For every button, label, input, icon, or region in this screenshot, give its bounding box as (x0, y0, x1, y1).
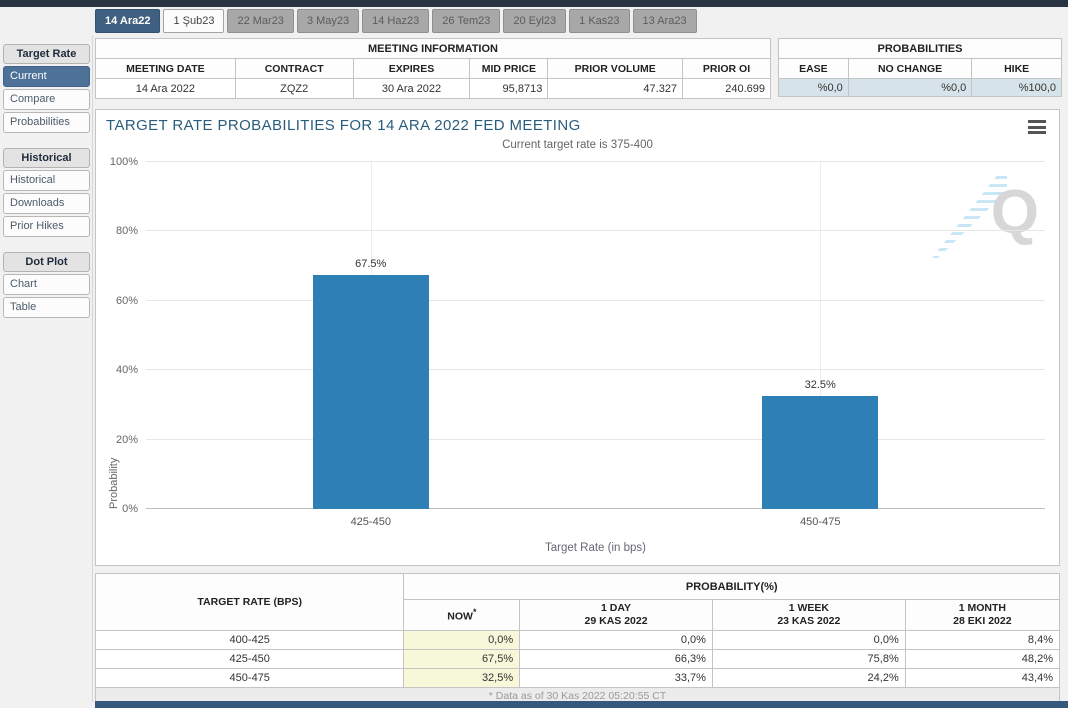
col-1-day: 1 DAY29 KAS 2022 (520, 600, 713, 631)
col-1-month: 1 MONTH28 EKI 2022 (905, 600, 1059, 631)
mid-price-value: 95,8713 (470, 79, 548, 99)
sidebar-item-compare[interactable]: Compare (3, 89, 90, 110)
x-axis-title: Target Rate (in bps) (146, 542, 1045, 554)
month-cell: 8,4% (905, 631, 1059, 650)
tab-14-ara22[interactable]: 14 Ara22 (95, 9, 160, 33)
ease-value: %0,0 (779, 79, 849, 97)
sidebar-header-historical: Historical (3, 148, 90, 168)
x-tick-450-475: 450-475 (596, 516, 1046, 528)
tab-13-ara23[interactable]: 13 Ara23 (633, 9, 697, 33)
week-cell: 0,0% (712, 631, 905, 650)
now-cell: 32,5% (404, 669, 520, 688)
col-prior-oi: PRIOR OI (683, 59, 771, 79)
col-1-week: 1 WEEK23 KAS 2022 (712, 600, 905, 631)
chart-subtitle: Current target rate is 375-400 (96, 139, 1059, 151)
x-tick-425-450: 425-450 (146, 516, 596, 528)
no-change-value: %0,0 (848, 79, 972, 97)
tab-14-haz23[interactable]: 14 Haz23 (362, 9, 429, 33)
contract-value: ZQZ2 (235, 79, 353, 99)
tab-3-may23[interactable]: 3 May23 (297, 9, 359, 33)
sidebar-item-prior-hikes[interactable]: Prior Hikes (3, 216, 90, 237)
col-hike: HIKE (972, 59, 1062, 79)
y-tick-100%: 100% (110, 156, 138, 168)
sidebar-item-historical[interactable]: Historical (3, 170, 90, 191)
prior-oi-value: 240.699 (683, 79, 771, 99)
col-mid-price: MID PRICE (470, 59, 548, 79)
month-cell: 48,2% (905, 650, 1059, 669)
day-cell: 66,3% (520, 650, 713, 669)
week-cell: 24,2% (712, 669, 905, 688)
tab-26-tem23[interactable]: 26 Tem23 (432, 9, 500, 33)
day-cell: 0,0% (520, 631, 713, 650)
tab-1-şub23[interactable]: 1 Şub23 (163, 9, 224, 33)
col-ease: EASE (779, 59, 849, 79)
bar-value-label: 32.5% (596, 379, 1046, 391)
expires-value: 30 Ara 2022 (353, 79, 470, 99)
week-cell: 75,8% (712, 650, 905, 669)
tab-22-mar23[interactable]: 22 Mar23 (227, 9, 293, 33)
rate-cell: 400-425 (96, 631, 404, 650)
probabilities-title: PROBABILITIES (779, 39, 1062, 59)
tab-1-kas23[interactable]: 1 Kas23 (569, 9, 629, 33)
sidebar-header-dot-plot: Dot Plot (3, 252, 90, 272)
probability-pct-header: PROBABILITY(%) (404, 574, 1060, 600)
tab-20-eyl23[interactable]: 20 Eyl23 (503, 9, 566, 33)
col-no-change: NO CHANGE (848, 59, 972, 79)
meeting-date-tabs: 14 Ara221 Şub2322 Mar233 May2314 Haz2326… (95, 9, 697, 33)
plot-area: Q 0%20%40%60%80%100%67.5%425-45032.5%450… (146, 162, 1045, 509)
bar-450-475[interactable] (762, 396, 878, 509)
rate-cell: 425-450 (96, 650, 404, 669)
meeting-info-title: MEETING INFORMATION (96, 39, 771, 59)
sidebar-item-probabilities[interactable]: Probabilities (3, 112, 90, 133)
top-navy-bar (0, 0, 1068, 7)
bar-value-label: 67.5% (146, 258, 596, 270)
table-row-450-475: 450-47532,5%33,7%24,2%43,4% (96, 669, 1060, 688)
sidebar-divider (92, 36, 93, 702)
prior-volume-value: 47.327 (548, 79, 683, 99)
probability-history-table: TARGET RATE (BPS) PROBABILITY(%) NOW* 1 … (95, 573, 1060, 705)
sidebar-item-table[interactable]: Table (3, 297, 90, 318)
y-axis-title: Probability (108, 162, 120, 509)
sidebar: Target RateCurrentCompareProbabilities Hi… (3, 44, 90, 320)
table-row-425-450: 425-45067,5%66,3%75,8%48,2% (96, 650, 1060, 669)
meeting-information-table: MEETING INFORMATION MEETING DATE CONTRAC… (95, 38, 771, 99)
category-slot-425-450: 67.5%425-450 (146, 162, 596, 509)
y-tick-20%: 20% (116, 434, 138, 446)
sidebar-item-chart[interactable]: Chart (3, 274, 90, 295)
table-row-400-425: 400-4250,0%0,0%0,0%8,4% (96, 631, 1060, 650)
sidebar-item-downloads[interactable]: Downloads (3, 193, 90, 214)
meeting-date-value: 14 Ara 2022 (96, 79, 236, 99)
now-cell: 67,5% (404, 650, 520, 669)
col-expires: EXPIRES (353, 59, 470, 79)
sidebar-header-target-rate: Target Rate (3, 44, 90, 64)
col-contract: CONTRACT (235, 59, 353, 79)
y-tick-60%: 60% (116, 295, 138, 307)
now-cell: 0,0% (404, 631, 520, 650)
probabilities-summary-table: PROBABILITIES EASE NO CHANGE HIKE %0,0 %… (778, 38, 1062, 97)
bottom-navy-bar (95, 701, 1068, 708)
target-rate-probability-chart: TARGET RATE PROBABILITIES FOR 14 ARA 202… (95, 109, 1060, 566)
y-tick-80%: 80% (116, 225, 138, 237)
rate-cell: 450-475 (96, 669, 404, 688)
month-cell: 43,4% (905, 669, 1059, 688)
chart-menu-icon[interactable] (1028, 120, 1046, 134)
hike-value: %100,0 (972, 79, 1062, 97)
y-tick-0%: 0% (122, 503, 138, 515)
bar-425-450[interactable] (313, 275, 429, 509)
y-tick-40%: 40% (116, 364, 138, 376)
sidebar-item-current[interactable]: Current (3, 66, 90, 87)
chart-title: TARGET RATE PROBABILITIES FOR 14 ARA 202… (106, 117, 581, 134)
category-slot-450-475: 32.5%450-475 (596, 162, 1046, 509)
col-prior-volume: PRIOR VOLUME (548, 59, 683, 79)
day-cell: 33,7% (520, 669, 713, 688)
col-meeting-date: MEETING DATE (96, 59, 236, 79)
col-now: NOW* (404, 600, 520, 631)
target-rate-bps-header: TARGET RATE (BPS) (96, 574, 404, 631)
